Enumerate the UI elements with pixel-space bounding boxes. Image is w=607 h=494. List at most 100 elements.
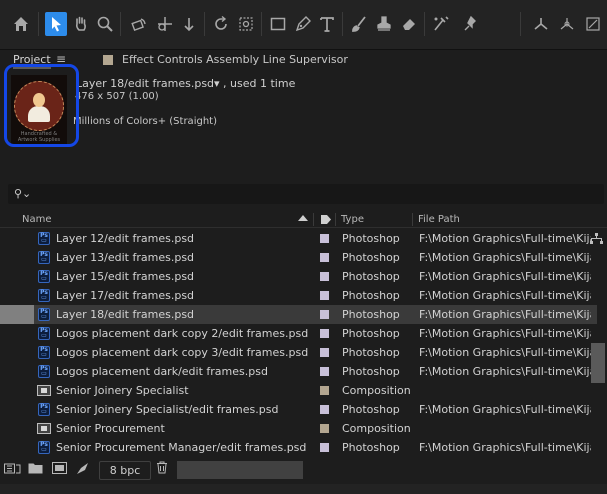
- label-color-swatch[interactable]: [320, 234, 329, 243]
- flowchart-icon[interactable]: [590, 233, 603, 247]
- home-icon[interactable]: [10, 12, 32, 36]
- column-header-name[interactable]: Name: [22, 214, 52, 225]
- anchor-point-icon[interactable]: [235, 12, 257, 36]
- footage-dimensions: 476 x 507 (1.00): [75, 91, 159, 102]
- bit-depth-button[interactable]: 8 bpc: [99, 461, 151, 480]
- footage-preview: Handcrafted & Artwork Supplies Layer 18/…: [0, 68, 607, 183]
- item-name[interactable]: Layer 12/edit frames.psd: [56, 232, 194, 245]
- label-color-swatch[interactable]: [320, 348, 329, 357]
- item-name[interactable]: Senior Procurement Manager/edit frames.p…: [56, 441, 306, 454]
- list-scrollbar-thumb[interactable]: [591, 343, 605, 383]
- label-color-swatch[interactable]: [320, 367, 329, 376]
- rotation-tool-icon[interactable]: [210, 12, 232, 36]
- table-row[interactable]: Ps ▭ Layer 12/edit frames.psd Photoshop F:\M…: [0, 229, 597, 248]
- item-name[interactable]: Layer 17/edit frames.psd: [56, 289, 194, 302]
- table-row[interactable]: Ps ▭ Senior Procurement Manager/edit frame…: [0, 438, 597, 457]
- label-color-swatch[interactable]: [320, 386, 329, 395]
- table-row[interactable]: Ps ▭ Layer 13/edit frames.psd Photoshop F:\M…: [0, 248, 597, 267]
- trash-icon[interactable]: [156, 461, 168, 477]
- search-input[interactable]: [34, 185, 594, 203]
- item-type: Photoshop: [342, 346, 400, 359]
- eraser-tool-icon[interactable]: [398, 12, 420, 36]
- photoshop-file-icon: Ps ▭: [38, 327, 50, 340]
- table-row[interactable]: Ps ▭ Layer 17/edit frames.psd Photoshop F:\M…: [0, 286, 597, 305]
- table-row[interactable]: Ps ▭ Layer 18/edit frames.psd Photoshop F:\M…: [0, 305, 597, 324]
- toolbar-divider: [261, 12, 262, 36]
- label-color-swatch[interactable]: [320, 272, 329, 281]
- column-header-type[interactable]: Type: [341, 214, 364, 225]
- item-name[interactable]: Logos placement dark copy 3/edit frames.…: [56, 346, 308, 359]
- project-footer: 8 bpc: [0, 458, 607, 482]
- pan-camera-icon[interactable]: [154, 12, 176, 36]
- item-name[interactable]: Logos placement dark/edit frames.psd: [56, 365, 268, 378]
- footage-color-depth: Millions of Colors+ (Straight): [73, 116, 217, 127]
- photoshop-file-icon: Ps ▭: [38, 441, 50, 454]
- column-divider[interactable]: [335, 213, 336, 226]
- view-axis-icon[interactable]: [582, 12, 604, 36]
- tab-effect-controls[interactable]: Effect Controls Assembly Line Supervisor: [122, 53, 348, 66]
- table-row[interactable]: Ps ▭ Layer 15/edit frames.psd Photoshop F:\M…: [0, 267, 597, 286]
- item-file-path: F:\Motion Graphics\Full-time\Kijam: [419, 270, 591, 283]
- hand-tool-icon[interactable]: [70, 12, 92, 36]
- item-name[interactable]: Layer 18/edit frames.psd: [56, 308, 194, 321]
- column-divider[interactable]: [412, 213, 413, 226]
- table-row[interactable]: Ps ▭ Senior Joinery Specialist/edit frames…: [0, 400, 597, 419]
- pen-tool-icon[interactable]: [292, 12, 314, 36]
- label-column-icon[interactable]: [320, 214, 332, 228]
- type-tool-icon[interactable]: [316, 12, 338, 36]
- item-file-path: F:\Motion Graphics\Full-time\Kijam: [419, 441, 591, 454]
- table-row[interactable]: Ps ▭ Logos placement dark copy 3/edit fram…: [0, 343, 597, 362]
- table-row[interactable]: Senior Procurement Composition: [0, 419, 597, 438]
- toolbar-divider: [204, 12, 205, 36]
- item-type: Photoshop: [342, 289, 400, 302]
- roto-brush-icon[interactable]: [430, 12, 452, 36]
- label-color-swatch[interactable]: [320, 405, 329, 414]
- item-file-path: F:\Motion Graphics\Full-time\Kijam: [419, 346, 591, 359]
- table-row[interactable]: Ps ▭ Logos placement dark copy 2/edit fram…: [0, 324, 597, 343]
- label-color-swatch[interactable]: [320, 310, 329, 319]
- local-axis-icon[interactable]: [530, 12, 552, 36]
- item-type: Photoshop: [342, 441, 400, 454]
- composition-icon: [37, 423, 51, 434]
- label-color-swatch[interactable]: [320, 291, 329, 300]
- photoshop-file-icon: Ps ▭: [38, 346, 50, 359]
- sort-ascending-icon[interactable]: [298, 215, 308, 221]
- puppet-pin-icon[interactable]: [460, 12, 482, 36]
- label-color-swatch[interactable]: [320, 329, 329, 338]
- new-folder-icon[interactable]: [28, 462, 43, 477]
- table-row[interactable]: Senior Joinery Specialist Composition: [0, 381, 597, 400]
- toolbar-divider: [520, 12, 521, 36]
- item-type: Photoshop: [342, 251, 400, 264]
- interpret-footage-icon[interactable]: [4, 462, 21, 478]
- zoom-tool-icon[interactable]: [94, 12, 116, 36]
- toolbar-divider: [120, 12, 121, 36]
- column-header-file-path[interactable]: File Path: [418, 214, 460, 225]
- column-divider[interactable]: [313, 213, 314, 226]
- label-color-swatch[interactable]: [320, 443, 329, 452]
- item-name[interactable]: Layer 15/edit frames.psd: [56, 270, 194, 283]
- item-file-path: F:\Motion Graphics\Full-time\Kijam: [419, 232, 591, 245]
- search-icon[interactable]: ⚲⌄: [14, 187, 31, 200]
- item-type: Photoshop: [342, 403, 400, 416]
- label-color-swatch[interactable]: [320, 424, 329, 433]
- orbit-camera-icon[interactable]: [128, 12, 150, 36]
- brush-tool-icon[interactable]: [348, 12, 370, 36]
- selection-tool-icon[interactable]: [45, 12, 67, 36]
- annotation-highlight-box: [4, 64, 79, 147]
- item-name[interactable]: Senior Procurement: [56, 422, 165, 435]
- item-file-path: F:\Motion Graphics\Full-time\Kijam: [419, 308, 591, 321]
- item-name[interactable]: Layer 13/edit frames.psd: [56, 251, 194, 264]
- dolly-camera-icon[interactable]: [178, 12, 200, 36]
- item-name[interactable]: Logos placement dark copy 2/edit frames.…: [56, 327, 308, 340]
- clone-stamp-icon[interactable]: [373, 12, 395, 36]
- new-composition-icon[interactable]: [52, 462, 67, 477]
- project-search-bar[interactable]: ⚲⌄: [8, 184, 604, 204]
- label-color-swatch[interactable]: [320, 253, 329, 262]
- rectangle-tool-icon[interactable]: [267, 12, 289, 36]
- footage-name[interactable]: Layer 18/edit frames.psd▾ , used 1 time: [76, 77, 295, 90]
- project-settings-icon[interactable]: [76, 462, 90, 478]
- item-name[interactable]: Senior Joinery Specialist: [56, 384, 189, 397]
- table-row[interactable]: Ps ▭ Logos placement dark/edit frames.psd P…: [0, 362, 597, 381]
- world-axis-icon[interactable]: [556, 12, 578, 36]
- item-name[interactable]: Senior Joinery Specialist/edit frames.ps…: [56, 403, 278, 416]
